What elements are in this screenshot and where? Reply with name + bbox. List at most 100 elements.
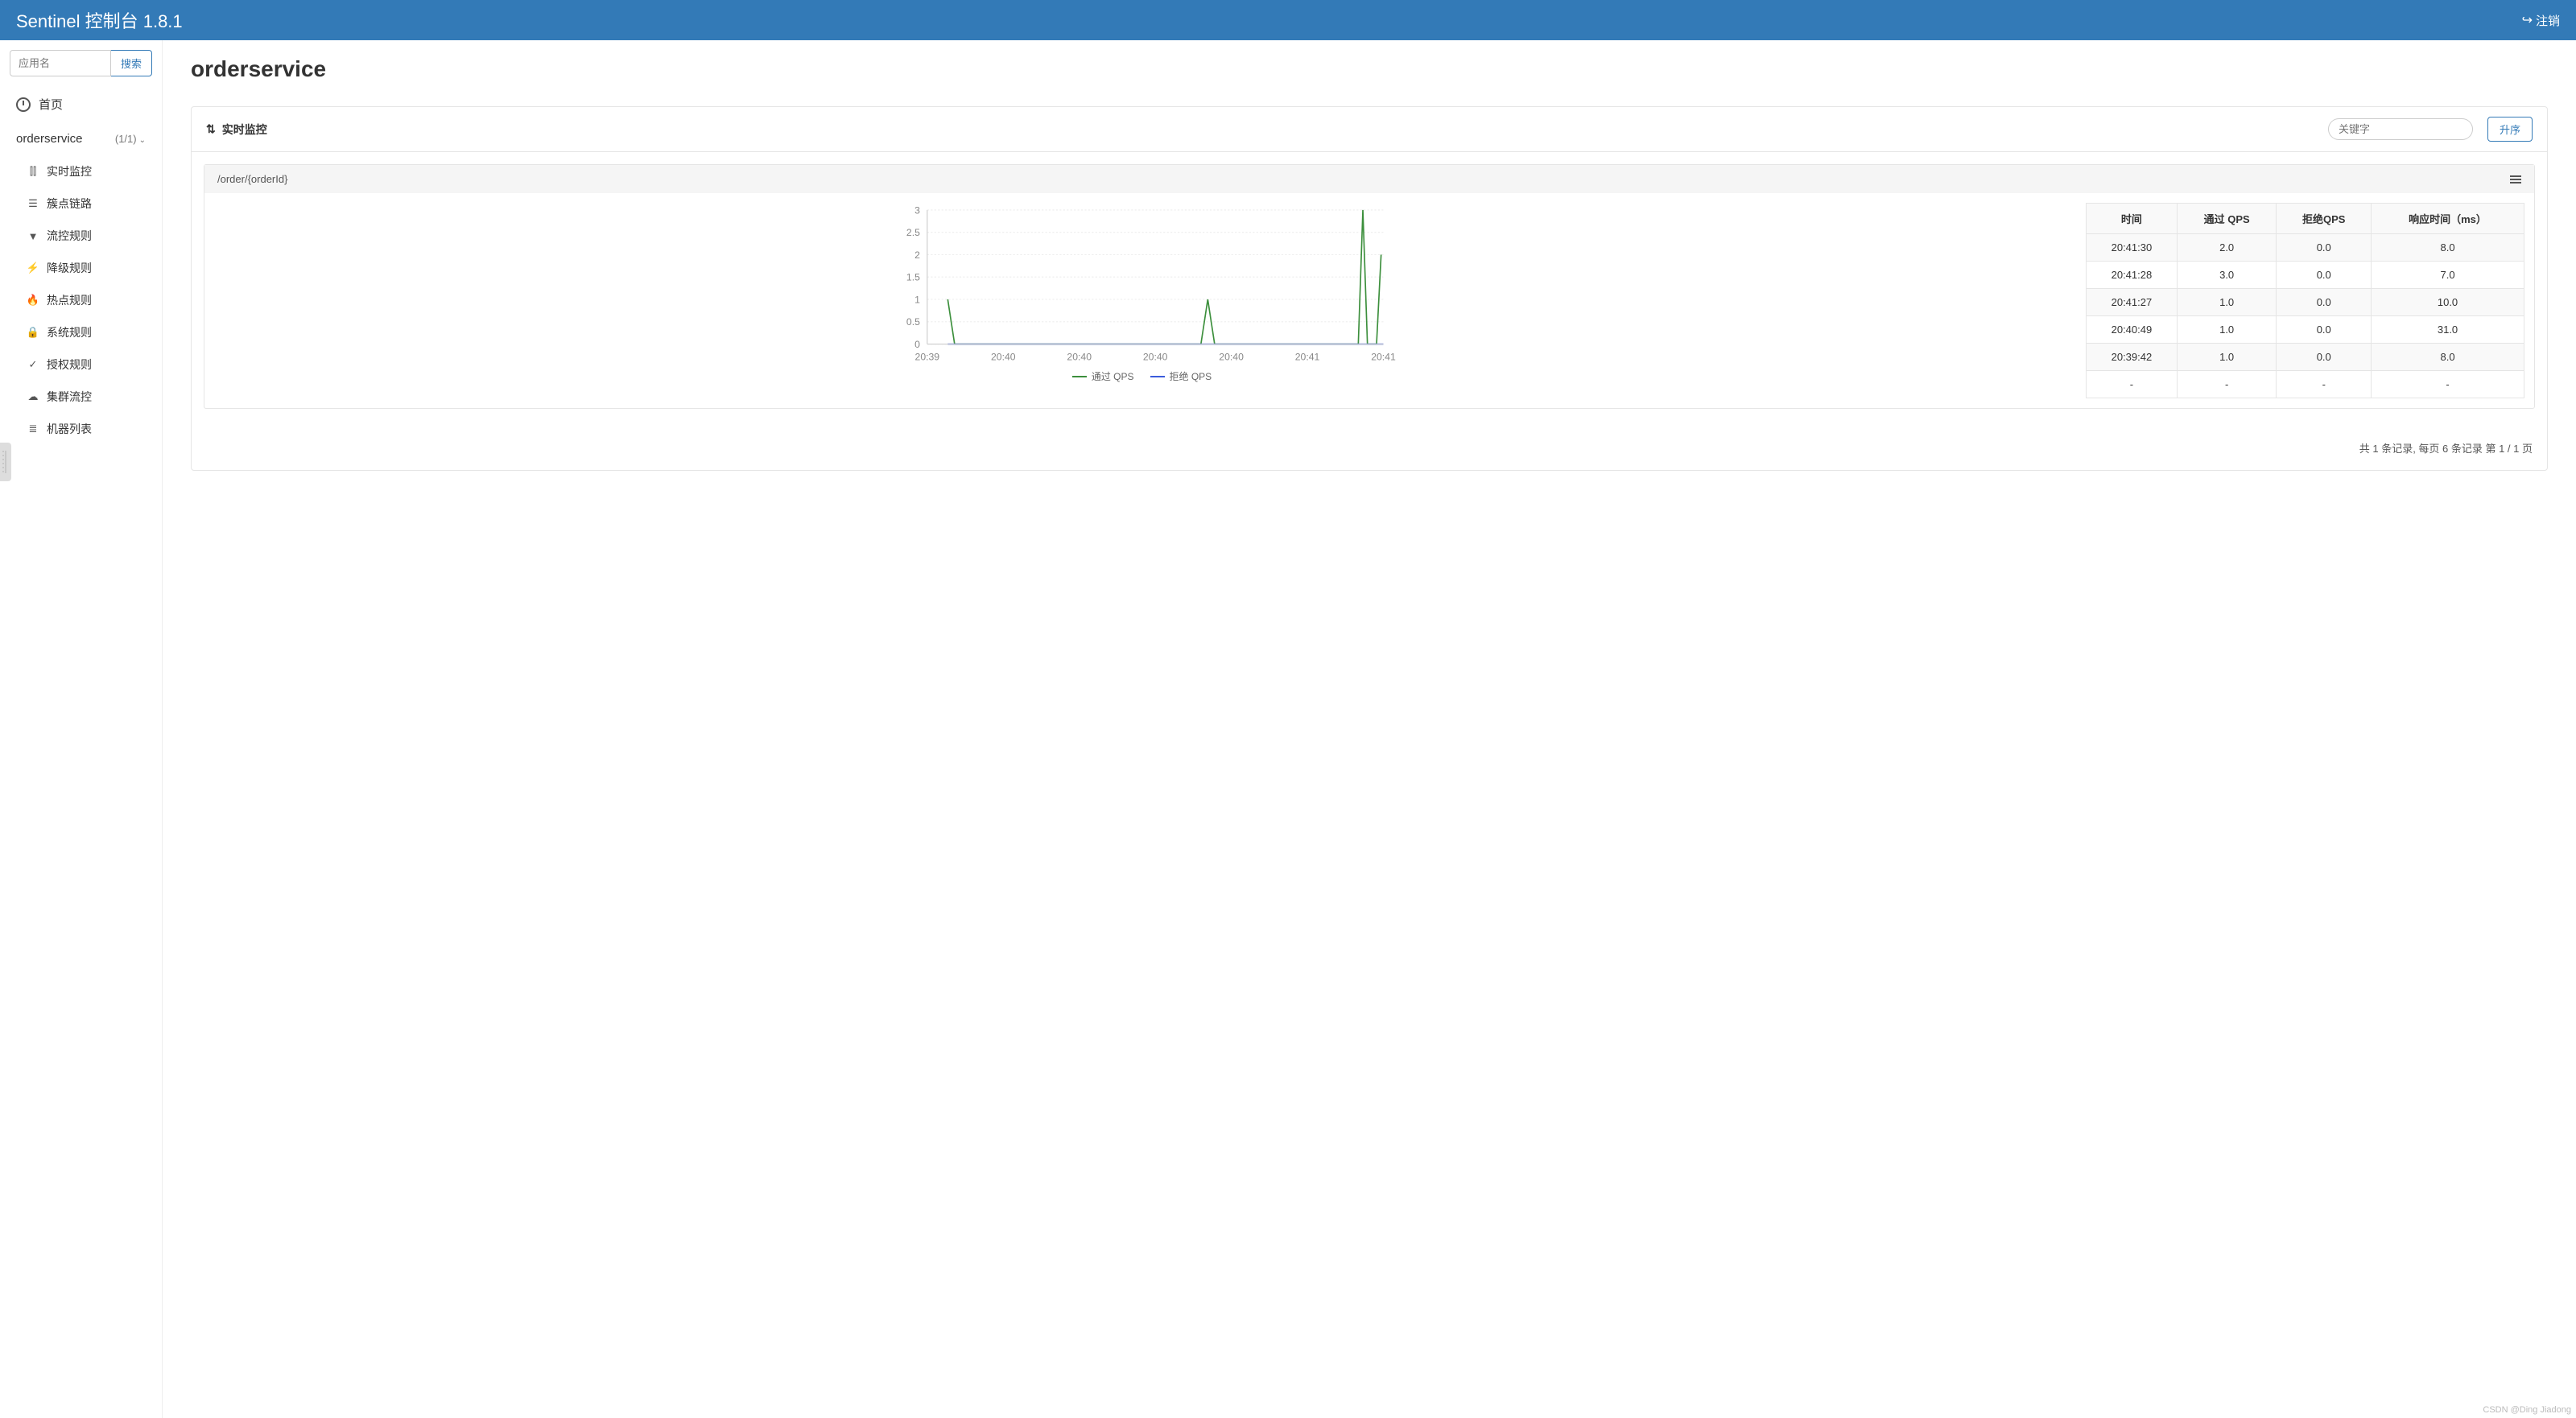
fire-icon: 🔥	[27, 294, 39, 307]
table-cell: 10.0	[2372, 289, 2524, 316]
table-row: 20:40:491.00.031.0	[2087, 316, 2524, 344]
chevron-down-icon: ⌄	[139, 136, 146, 145]
table-cell: -	[2277, 371, 2372, 398]
table-cell: 1.0	[2177, 316, 2277, 344]
nav-item-cluster-flow[interactable]: ☁集群流控	[0, 381, 162, 413]
nav-item-flow-rule[interactable]: ▼流控规则	[0, 220, 162, 252]
nav-item-machine-list[interactable]: ≣机器列表	[0, 413, 162, 445]
table-cell: 2.0	[2177, 234, 2277, 262]
logout-button[interactable]: ↪ 注销	[2522, 12, 2560, 29]
resource-header: /order/{orderId}	[204, 165, 2534, 193]
bars-icon: ⫿⫿	[27, 165, 39, 178]
top-header: Sentinel 控制台 1.8.1 ↪ 注销	[0, 0, 2576, 40]
svg-text:20:41: 20:41	[1371, 352, 1396, 363]
table-cell: 20:41:28	[2087, 262, 2178, 289]
search-button[interactable]: 搜索	[111, 50, 152, 76]
nav-item-realtime[interactable]: ⫿⫿实时监控	[0, 155, 162, 188]
svg-text:20:40: 20:40	[1219, 352, 1244, 363]
svg-text:3: 3	[914, 204, 920, 216]
nav-app-count: (1/1)⌄	[115, 133, 146, 145]
svg-text:2.5: 2.5	[906, 227, 920, 238]
table-row: ----	[2087, 371, 2524, 398]
svg-text:20:41: 20:41	[1295, 352, 1320, 363]
table-row: 20:41:271.00.010.0	[2087, 289, 2524, 316]
nav-item-degrade-rule[interactable]: ⚡降级规则	[0, 252, 162, 284]
nav-item-cluster-node[interactable]: ☰簇点链路	[0, 188, 162, 220]
resource-name: /order/{orderId}	[217, 173, 287, 185]
table-cell: -	[2177, 371, 2277, 398]
table-cell: 7.0	[2372, 262, 2524, 289]
table-cell: 20:41:30	[2087, 234, 2178, 262]
legend-block: 拒绝 QPS	[1150, 369, 1212, 383]
chart-svg: 00.511.522.5320:3920:4020:4020:4020:4020…	[214, 203, 2070, 364]
sidebar-collapse-handle[interactable]	[0, 443, 11, 481]
metrics-table: 时间通过 QPS拒绝QPS响应时间（ms） 20:41:302.00.08.02…	[2086, 203, 2524, 398]
legend-pass: 通过 QPS	[1072, 369, 1134, 383]
watermark: CSDN @Ding Jiadong	[2483, 1405, 2571, 1415]
sort-icon: ⇅	[206, 122, 216, 136]
sort-order-button[interactable]: 升序	[2487, 117, 2533, 142]
main-content: orderservice ⇅ 实时监控 升序 /order/{orderId}	[163, 40, 2576, 1418]
app-title: Sentinel 控制台 1.8.1	[16, 7, 183, 33]
svg-text:20:40: 20:40	[1143, 352, 1168, 363]
table-cell: 31.0	[2372, 316, 2524, 344]
table-row: 20:41:283.00.07.0	[2087, 262, 2524, 289]
bolt-icon: ⚡	[27, 262, 39, 274]
table-cell: 0.0	[2277, 344, 2372, 371]
menu-icon[interactable]	[2510, 175, 2521, 183]
qps-chart: 00.511.522.5320:3920:4020:4020:4020:4020…	[214, 203, 2070, 398]
table-cell: 8.0	[2372, 234, 2524, 262]
table-cell: 20:40:49	[2087, 316, 2178, 344]
nav-app-toggle[interactable]: orderservice (1/1)⌄	[0, 122, 162, 155]
pagination-info: 共 1 条记录, 每页 6 条记录 第 1 / 1 页	[192, 421, 2547, 470]
nav-submenu: ⫿⫿实时监控 ☰簇点链路 ▼流控规则 ⚡降级规则 🔥热点规则 🔒系统规则 ✓授权…	[0, 155, 162, 445]
svg-text:0.5: 0.5	[906, 316, 920, 328]
table-cell: 0.0	[2277, 262, 2372, 289]
table-cell: 0.0	[2277, 289, 2372, 316]
table-header-cell: 通过 QPS	[2177, 204, 2277, 234]
table-cell: 1.0	[2177, 289, 2277, 316]
realtime-panel: ⇅ 实时监控 升序 /order/{orderId} 00.511	[191, 106, 2548, 471]
table-cell: 8.0	[2372, 344, 2524, 371]
check-icon: ✓	[27, 358, 39, 371]
table-cell: 20:39:42	[2087, 344, 2178, 371]
nav-app-name: orderservice	[16, 132, 83, 146]
keyword-input[interactable]	[2328, 118, 2473, 140]
cloud-icon: ☁	[27, 390, 39, 403]
panel-title: 实时监控	[222, 122, 267, 138]
svg-text:20:40: 20:40	[1067, 352, 1092, 363]
nav-item-param-rule[interactable]: 🔥热点规则	[0, 284, 162, 316]
table-header-cell: 拒绝QPS	[2277, 204, 2372, 234]
nav-item-system-rule[interactable]: 🔒系统规则	[0, 316, 162, 348]
svg-text:20:39: 20:39	[915, 352, 940, 363]
legend-block-line	[1150, 376, 1165, 377]
panel-header: ⇅ 实时监控 升序	[192, 107, 2547, 152]
table-cell: -	[2087, 371, 2178, 398]
table-cell: 0.0	[2277, 316, 2372, 344]
table-cell: 0.0	[2277, 234, 2372, 262]
table-row: 20:39:421.00.08.0	[2087, 344, 2524, 371]
app-search-input[interactable]	[10, 50, 111, 76]
server-icon: ≣	[27, 423, 39, 435]
table-header-cell: 时间	[2087, 204, 2178, 234]
nav-home[interactable]: 首页	[0, 86, 162, 122]
filter-icon: ▼	[27, 230, 39, 242]
table-cell: 1.0	[2177, 344, 2277, 371]
svg-text:20:40: 20:40	[991, 352, 1016, 363]
chart-legend: 通过 QPS 拒绝 QPS	[214, 369, 2070, 383]
table-row: 20:41:302.00.08.0	[2087, 234, 2524, 262]
table-cell: 20:41:27	[2087, 289, 2178, 316]
app-search-bar: 搜索	[0, 40, 162, 86]
logout-label: 注销	[2536, 12, 2560, 29]
nav-home-label: 首页	[39, 96, 63, 113]
resource-card: /order/{orderId} 00.511.522.5320:3920:40…	[204, 164, 2535, 409]
svg-text:1: 1	[914, 294, 920, 305]
page-title: orderservice	[191, 56, 2548, 82]
nav-item-authority-rule[interactable]: ✓授权规则	[0, 348, 162, 381]
table-header-cell: 响应时间（ms）	[2372, 204, 2524, 234]
lock-icon: 🔒	[27, 326, 39, 339]
svg-text:0: 0	[914, 339, 920, 350]
clock-icon	[16, 97, 31, 112]
table-cell: 3.0	[2177, 262, 2277, 289]
table-head-row: 时间通过 QPS拒绝QPS响应时间（ms）	[2087, 204, 2524, 234]
